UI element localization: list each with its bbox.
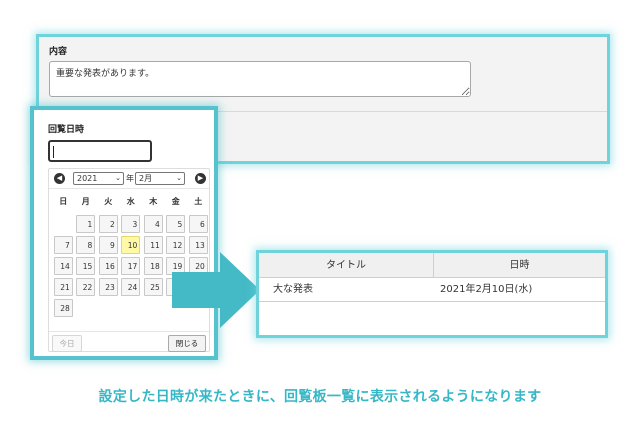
date-input[interactable] bbox=[48, 140, 152, 162]
month-select[interactable]: 2月 ⌄ bbox=[135, 172, 185, 185]
prev-month-icon[interactable]: ◀ bbox=[54, 173, 65, 184]
day-cell[interactable]: 5 bbox=[166, 215, 186, 233]
arrow-right-icon bbox=[172, 252, 260, 328]
chevron-down-icon: ⌄ bbox=[115, 174, 121, 182]
year-select[interactable]: 2021 ⌄ bbox=[73, 172, 124, 185]
year-select-value: 2021 bbox=[77, 174, 98, 183]
day-cell[interactable]: 7 bbox=[53, 236, 73, 254]
year-suffix: 年 bbox=[126, 174, 134, 183]
chevron-down-icon: ⌄ bbox=[176, 174, 182, 182]
day-cell[interactable]: 25 bbox=[143, 278, 163, 296]
day-cell-today[interactable]: 10 bbox=[121, 236, 141, 254]
calendar-header: ◀ 2021 ⌄ 年 2月 ⌄ ▶ bbox=[49, 169, 209, 189]
content-textarea[interactable] bbox=[49, 61, 471, 97]
day-cell[interactable]: 15 bbox=[76, 257, 96, 275]
day-cell[interactable]: 8 bbox=[76, 236, 96, 254]
calendar-footer: 今日 閉じる bbox=[49, 331, 209, 353]
weekday-header: 日月火水木金土 bbox=[52, 196, 210, 207]
next-month-icon[interactable]: ▶ bbox=[195, 173, 206, 184]
day-cell[interactable]: 6 bbox=[188, 215, 208, 233]
day-cell[interactable]: 21 bbox=[53, 278, 73, 296]
caption: 設定した日時が来たときに、回覧板一覧に表示されるようになります bbox=[98, 389, 542, 405]
content-label: 内容 bbox=[49, 47, 68, 57]
weekday-label: 土 bbox=[194, 197, 203, 206]
column-header-title[interactable]: タイトル bbox=[259, 253, 434, 277]
weekday-label: 日 bbox=[59, 197, 68, 206]
weekday-label: 水 bbox=[126, 197, 135, 206]
weekday-label: 金 bbox=[171, 197, 180, 206]
day-cell[interactable]: 17 bbox=[121, 257, 141, 275]
day-cell[interactable]: 11 bbox=[143, 236, 163, 254]
day-cell[interactable]: 3 bbox=[121, 215, 141, 233]
bulletin-list-panel: タイトル 日時 大な発表 2021年2月10日(水) bbox=[256, 250, 608, 338]
table-header: タイトル 日時 bbox=[259, 253, 605, 278]
day-cell[interactable]: 1 bbox=[76, 215, 96, 233]
day-cell[interactable]: 23 bbox=[98, 278, 118, 296]
weekday-label: 木 bbox=[149, 197, 158, 206]
weekday-label: 月 bbox=[81, 197, 90, 206]
day-cell[interactable]: 16 bbox=[98, 257, 118, 275]
date-label: 回覧日時 bbox=[48, 125, 85, 135]
day-cell[interactable]: 18 bbox=[143, 257, 163, 275]
day-cell[interactable]: 9 bbox=[98, 236, 118, 254]
close-button[interactable]: 閉じる bbox=[168, 335, 206, 352]
weekday-label: 火 bbox=[104, 197, 113, 206]
day-cell[interactable]: 4 bbox=[143, 215, 163, 233]
text-caret bbox=[53, 146, 54, 158]
day-cell[interactable]: 24 bbox=[121, 278, 141, 296]
row-date: 2021年2月10日(水) bbox=[440, 284, 533, 295]
day-cell[interactable]: 2 bbox=[98, 215, 118, 233]
table-row[interactable]: 大な発表 2021年2月10日(水) bbox=[259, 278, 605, 302]
row-title[interactable]: 大な発表 bbox=[259, 278, 434, 301]
month-select-value: 2月 bbox=[139, 174, 153, 183]
today-button[interactable]: 今日 bbox=[52, 335, 82, 352]
bulletin-table: タイトル 日時 大な発表 2021年2月10日(水) bbox=[259, 253, 605, 302]
day-cell[interactable]: 22 bbox=[76, 278, 96, 296]
day-cell[interactable]: 14 bbox=[53, 257, 73, 275]
column-header-date[interactable]: 日時 bbox=[434, 253, 605, 277]
day-cell[interactable]: 28 bbox=[53, 299, 73, 317]
